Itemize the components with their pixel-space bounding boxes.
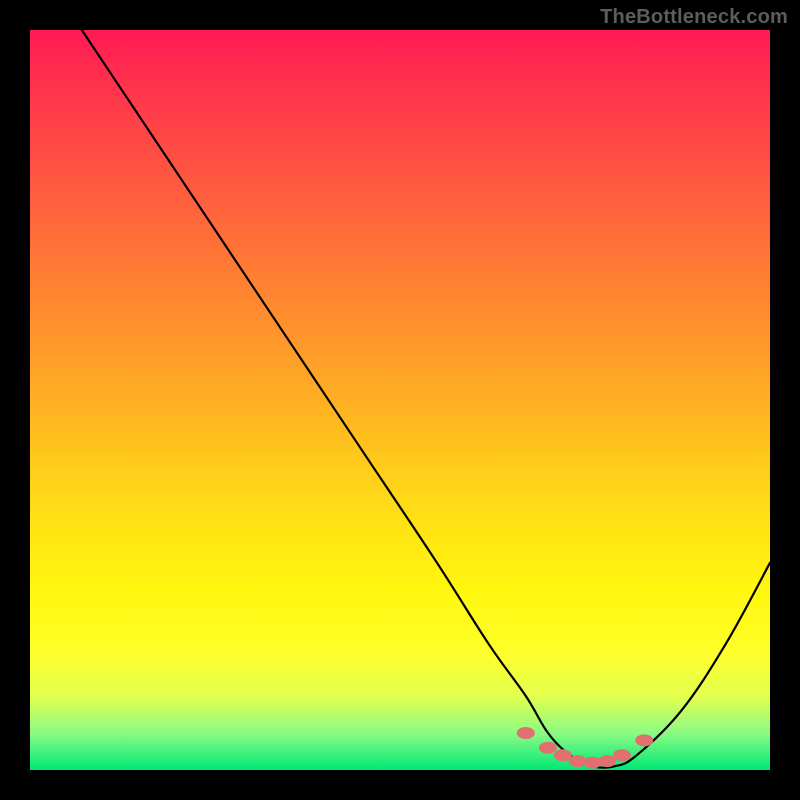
watermark-text: TheBottleneck.com	[600, 6, 788, 29]
chart-container: TheBottleneck.com	[0, 0, 800, 800]
bottom-dot	[635, 734, 653, 746]
bottom-dot	[517, 727, 535, 739]
bottom-dot	[613, 749, 631, 761]
bottom-dots	[517, 727, 653, 769]
plot-area	[30, 30, 770, 770]
bottleneck-curve	[82, 30, 770, 768]
bottleneck-curve-svg	[30, 30, 770, 770]
bottom-dot	[539, 742, 557, 754]
